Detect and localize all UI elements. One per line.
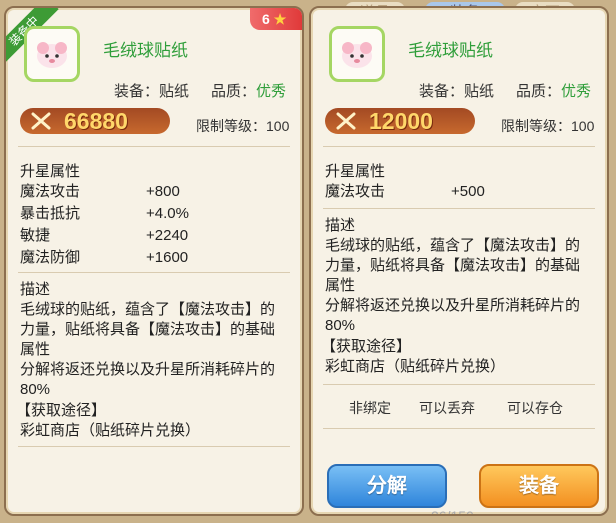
inventory-counter: 26/150	[431, 508, 474, 516]
description-line: 80%	[20, 381, 51, 398]
divider	[323, 146, 595, 147]
quality: 品质：优秀	[211, 83, 287, 100]
divider	[18, 146, 290, 147]
attr-name: 魔法攻击	[325, 183, 386, 200]
attr-name: 敏捷	[20, 227, 51, 244]
level-limit: 限制等级：100	[196, 118, 290, 134]
description-title: 描述	[325, 217, 356, 234]
divider	[18, 446, 290, 447]
selected-item-tooltip: 毛绒球贴纸 装备：贴纸 品质：优秀 12000 限制等级：100 升星属性 魔法…	[309, 6, 609, 516]
equip-type: 装备：贴纸	[419, 83, 495, 100]
power-value: 66880	[64, 108, 128, 134]
bind-status: 非绑定	[349, 400, 391, 416]
attr-value: +500	[451, 183, 485, 200]
discard-status: 可以丢弃	[419, 400, 475, 416]
item-name: 毛绒球贴纸	[103, 41, 188, 60]
sword-icon	[336, 112, 356, 130]
description-line: 80%	[325, 317, 356, 334]
source-title: 【获取途径】	[16, 402, 107, 419]
decompose-button[interactable]: 分解	[327, 464, 447, 508]
description-line: 属性	[20, 341, 51, 358]
storage-status: 可以存仓	[507, 400, 563, 416]
description-line: 力量，贴纸将具备【魔法攻击】的基础	[20, 321, 276, 338]
description-line: 分解将返还兑换以及升星所消耗碎片的	[20, 361, 276, 378]
description-line: 毛绒球的贴纸，蕴含了【魔法攻击】的	[325, 237, 581, 254]
attr-value: +2240	[146, 227, 189, 244]
equipped-item-tooltip: 装备中 6 ★ 毛绒球贴纸 装备：贴纸 品质：优秀 66880 限制等级：100…	[4, 6, 304, 516]
sword-icon	[31, 112, 51, 130]
divider	[323, 384, 595, 385]
attr-value: +1600	[146, 249, 189, 266]
item-name: 毛绒球贴纸	[408, 41, 493, 60]
description-line: 属性	[325, 277, 356, 294]
attr-name: 魔法防御	[20, 249, 81, 266]
divider	[323, 428, 595, 429]
equip-type: 装备：贴纸	[114, 83, 190, 100]
source-line: 彩虹商店（贴纸碎片兑换）	[325, 358, 506, 375]
attr-value: +800	[146, 183, 180, 200]
divider	[18, 272, 290, 273]
sticker-icon	[329, 26, 385, 82]
attr-name: 魔法攻击	[20, 183, 81, 200]
level-limit: 限制等级：100	[501, 118, 595, 134]
upgrade-section-title: 升星属性	[20, 163, 81, 180]
power-value: 12000	[369, 108, 433, 134]
description-title: 描述	[20, 281, 51, 298]
source-line: 彩虹商店（贴纸碎片兑换）	[20, 422, 201, 439]
description-line: 力量，贴纸将具备【魔法攻击】的基础	[325, 257, 581, 274]
upgrade-section-title: 升星属性	[325, 163, 386, 180]
star-level-badge: 6 ★	[250, 8, 302, 30]
star-icon: ★	[273, 11, 287, 27]
attr-value: +4.0%	[146, 205, 189, 222]
equip-button[interactable]: 装备	[479, 464, 599, 508]
divider	[323, 208, 595, 209]
sticker-icon	[24, 26, 80, 82]
description-line: 分解将返还兑换以及升星所消耗碎片的	[325, 297, 581, 314]
source-title: 【获取途径】	[321, 338, 412, 355]
description-line: 毛绒球的贴纸，蕴含了【魔法攻击】的	[20, 301, 276, 318]
quality: 品质：优秀	[516, 83, 592, 100]
attr-name: 暴击抵抗	[20, 205, 81, 222]
star-count: 6	[262, 11, 270, 27]
